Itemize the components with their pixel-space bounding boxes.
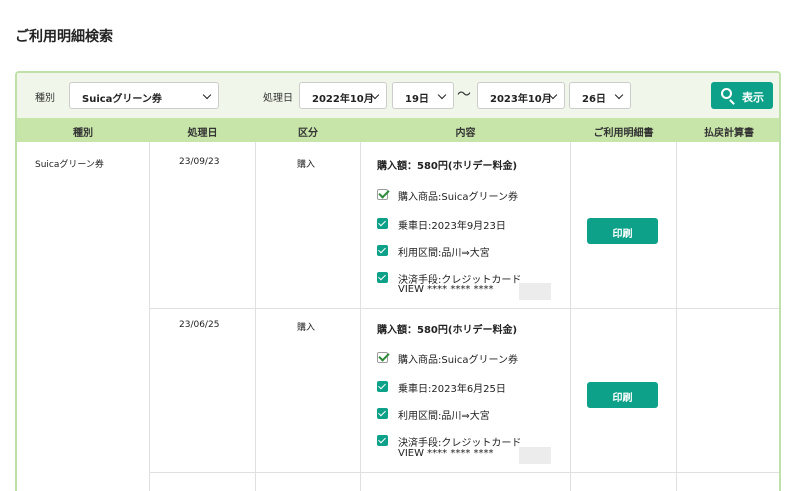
row-amount: 購入額：580円(ホリデー料金): [377, 161, 518, 172]
search-bar: 種別 Suicaグリーン券 処理日 2022年10月 19日 〜 2023年10…: [17, 73, 779, 118]
date-label: 処理日: [263, 93, 293, 104]
redaction-block: [519, 447, 551, 464]
redaction-block: [519, 283, 551, 300]
row-separator: [149, 308, 779, 309]
header-category: 区分: [298, 128, 318, 139]
row-date: 23/06/25: [179, 320, 220, 330]
checkbox-checked-icon: [377, 408, 388, 419]
row-amount: 購入額：580円(ホリデー料金): [377, 325, 518, 336]
type-select-value: Suicaグリーン券: [82, 94, 162, 105]
checkbox-checked-icon: [377, 435, 388, 446]
from-day-value: 19日: [405, 94, 429, 105]
search-icon: [721, 88, 732, 99]
to-month-value: 2023年10月: [490, 94, 552, 105]
from-month-value: 2022年10月: [312, 94, 374, 105]
card-number: VIEW **** **** ****: [398, 448, 494, 459]
search-button[interactable]: 表示: [711, 82, 773, 109]
type-select[interactable]: Suicaグリーン券: [69, 82, 219, 109]
grid-line: [676, 142, 677, 491]
header-refund: 払戻計算書: [704, 128, 754, 139]
row-category: 購入: [297, 323, 316, 333]
grid-line: [149, 142, 150, 491]
checkbox-checked-icon: [377, 381, 388, 392]
header-content: 内容: [455, 128, 476, 139]
row-date: 23/09/23: [179, 157, 220, 167]
chevron-down-icon: [437, 90, 447, 100]
header-type: 種別: [73, 128, 93, 139]
to-day-value: 26日: [582, 94, 606, 105]
grid-line: [360, 142, 361, 491]
grid-line: [570, 142, 571, 491]
from-month-select[interactable]: 2022年10月: [299, 82, 387, 109]
card-number: VIEW **** **** ****: [398, 284, 494, 295]
checkbox-checked-icon: [377, 218, 388, 229]
page-title: ご利用明細検索: [15, 29, 113, 45]
to-month-select[interactable]: 2023年10月: [477, 82, 565, 109]
grid-line: [255, 142, 256, 491]
search-panel: 種別 Suicaグリーン券 処理日 2022年10月 19日 〜 2023年10…: [15, 71, 781, 491]
table-header: 種別 処理日 区分 内容 ご利用明細書 払戻計算書: [17, 118, 779, 142]
header-date: 処理日: [187, 128, 218, 139]
chevron-down-icon: [614, 90, 624, 100]
header-statement: ご利用明細書: [593, 128, 654, 139]
print-button[interactable]: 印刷: [587, 218, 658, 244]
row-category: 購入: [297, 160, 316, 170]
search-button-label: 表示: [742, 91, 764, 104]
to-day-select[interactable]: 26日: [569, 82, 631, 109]
type-cell: Suicaグリーン券: [35, 160, 104, 170]
checkbox-checked-icon: [377, 352, 388, 363]
print-button[interactable]: 印刷: [587, 382, 658, 408]
range-separator: 〜: [457, 87, 471, 103]
row-separator: [149, 472, 779, 473]
from-day-select[interactable]: 19日: [392, 82, 454, 109]
chevron-down-icon: [202, 90, 212, 100]
type-label: 種別: [35, 93, 55, 104]
checkbox-checked-icon: [377, 272, 388, 283]
checkbox-checked-icon: [377, 189, 388, 200]
checkbox-checked-icon: [377, 245, 388, 256]
